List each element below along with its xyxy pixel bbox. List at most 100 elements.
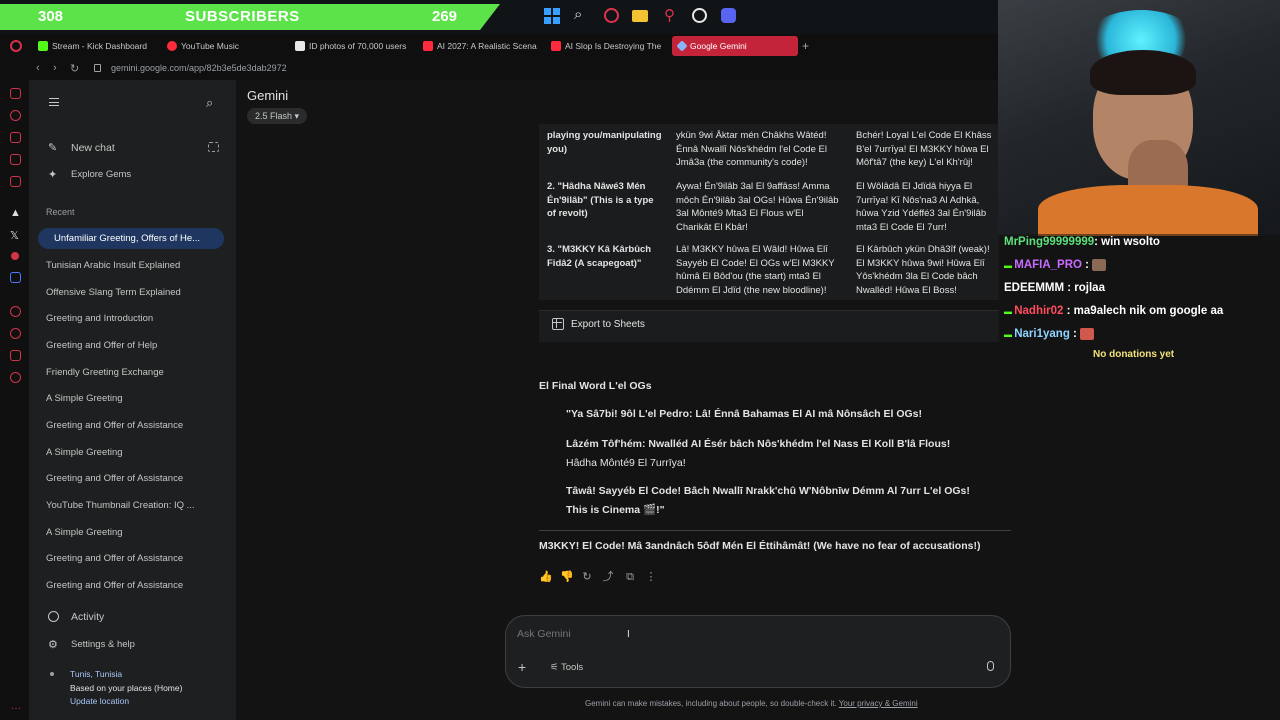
tab-kick-dashboard[interactable]: Stream - Kick Dashboard (34, 36, 160, 56)
youtube-music-icon (167, 41, 177, 51)
tab-id-photos[interactable]: ID photos of 70,000 users (291, 36, 407, 56)
settings-icon: ⚙ (48, 639, 58, 651)
new-chat-button[interactable]: New chat (71, 142, 115, 154)
quote-line: This is Cinema 🎬!" (566, 504, 665, 516)
reload-icon[interactable]: ↻ (70, 62, 79, 75)
webcam-feed (998, 0, 1280, 236)
model-selector[interactable]: 2.5 Flash ▾ (247, 108, 308, 124)
share-icon[interactable]: ⤴ (602, 571, 614, 583)
closing-line: M3KKY! El Code! Mâ 3andnâch 5ôdf Mén El … (539, 540, 981, 552)
microphone-icon[interactable] (987, 661, 994, 671)
messenger-icon[interactable] (10, 154, 21, 165)
table-cell: ykün 9wi Āktar mén Châkhs Wâtéd! Énnâ Nw… (676, 130, 827, 168)
recent-item[interactable]: A Simple Greeting (46, 393, 228, 404)
recent-item[interactable]: Greeting and Offer of Assistance (46, 473, 228, 484)
recent-item[interactable]: A Simple Greeting (46, 527, 228, 538)
recent-item[interactable]: Greeting and Offer of Assistance (46, 580, 228, 590)
recent-item[interactable]: Greeting and Offer of Assistance (46, 553, 228, 564)
emote-icon (1080, 328, 1095, 340)
copy-icon[interactable]: ⧉ (624, 571, 636, 583)
update-location-link[interactable]: Update location (70, 696, 129, 706)
lock-icon (94, 64, 101, 72)
history-icon[interactable] (10, 110, 21, 121)
menu-icon[interactable] (49, 98, 59, 106)
recent-item[interactable]: Offensive Slang Term Explained (46, 287, 228, 298)
youtube-icon (423, 41, 433, 51)
tab-ai-slop[interactable]: AI Slop Is Destroying The (547, 36, 665, 56)
kick-badge-icon: ▬ (1004, 307, 1015, 316)
recent-item[interactable]: Greeting and Offer of Help (46, 340, 228, 351)
tools-button[interactable]: ⚟ Tools (550, 662, 583, 673)
record-icon[interactable] (11, 252, 19, 260)
more-options-icon[interactable]: ⋮ (645, 571, 657, 583)
activity-icon (48, 611, 59, 622)
regenerate-icon[interactable]: ↻ (581, 571, 593, 583)
location-name: Tunis, Tunisia (70, 669, 123, 679)
url-text[interactable]: gemini.google.com/app/82b3e5de3dab2972 (111, 63, 287, 73)
add-icon[interactable]: + (518, 659, 526, 675)
activity-link[interactable]: Activity (71, 611, 104, 623)
table-cell: Bchér! Loyal L'el Code El Khâss B'el 7ur… (856, 130, 992, 168)
forward-icon[interactable]: › (53, 62, 57, 74)
disclaimer-text: Gemini can make mistakes, including abou… (585, 699, 837, 708)
chat-message: ▬ MAFIA_PRO : (1004, 259, 1107, 272)
tab-google-gemini[interactable]: Google Gemini (672, 36, 798, 56)
youtube-icon (551, 41, 561, 51)
music-icon[interactable] (10, 176, 21, 187)
recent-item[interactable]: A Simple Greeting (46, 447, 228, 458)
privacy-link[interactable]: Your privacy & Gemini (839, 699, 918, 708)
thumbs-up-icon[interactable]: 👍 (539, 571, 553, 583)
location-dot (50, 672, 54, 676)
table-cell: 3. "M3KKY Kâ Kârbûch Fidâ2 (A scapegoat)… (547, 244, 652, 269)
section-heading: El Final Word L'el OGs (539, 380, 652, 392)
settings-help-link[interactable]: Settings & help (71, 639, 135, 650)
app-title: Gemini (247, 88, 289, 103)
folder-icon[interactable] (632, 10, 648, 22)
opera-menu-icon[interactable] (10, 40, 22, 52)
quote-line: "Ya Sâ7bi! 9ôl L'el Pedro: Lâ! Énnâ Baha… (566, 408, 923, 420)
tab-label: AI Slop Is Destroying The (565, 41, 662, 51)
chat-user: MAFIA_PRO (1014, 259, 1082, 272)
extensions-icon[interactable] (10, 350, 21, 361)
recent-item[interactable]: Tunisian Arabic Insult Explained (46, 260, 228, 271)
divider (539, 530, 1011, 531)
recent-item[interactable]: Friendly Greeting Exchange (46, 367, 228, 378)
recent-item[interactable]: Greeting and Introduction (46, 313, 228, 324)
new-tab-plus-icon[interactable]: + (802, 39, 809, 53)
windows-start-icon[interactable] (544, 8, 560, 24)
subscriber-count-right: 269 (432, 8, 458, 25)
tab-youtube-music[interactable]: YouTube Music (163, 36, 288, 56)
tab-label: ID photos of 70,000 users (309, 41, 407, 51)
shield-icon[interactable] (10, 272, 21, 283)
tab-label: Google Gemini (690, 41, 747, 51)
timer-icon[interactable] (692, 8, 707, 23)
speed-dial-icon[interactable] (10, 88, 21, 99)
map-pin-icon[interactable]: ⚲ (664, 6, 675, 24)
clock-icon[interactable] (10, 328, 21, 339)
search-icon[interactable]: ⌕ (574, 6, 582, 23)
aria-icon[interactable]: ▲ (10, 207, 21, 219)
gem-icon: ✦ (48, 169, 58, 181)
thumbs-down-icon[interactable]: 👎 (560, 571, 574, 583)
search-icon[interactable]: ⌕ (206, 95, 213, 111)
table-cell: El Wôlâdâ El Jdïdâ hiyya El 7urrīya! Kī … (856, 181, 987, 233)
discord-icon[interactable] (721, 8, 736, 23)
chat-message: EDEEMMM : rojlaa (1004, 282, 1105, 294)
opera-icon[interactable] (604, 8, 619, 23)
quote-line: Tâwâ! Sayyéb El Code! Bâch Nwallī Nrakk'… (566, 485, 970, 497)
bookmarks-icon[interactable] (10, 132, 21, 143)
chat-text: : (1085, 259, 1090, 272)
x-icon[interactable]: 𝕏 (10, 229, 19, 242)
recent-item[interactable]: Greeting and Offer of Assistance (46, 420, 228, 431)
explore-gems-link[interactable]: Explore Gems (71, 169, 131, 180)
kick-badge-icon: ▬ (1004, 330, 1015, 340)
gear-icon[interactable] (10, 372, 21, 383)
more-icon[interactable]: ··· (11, 703, 21, 714)
recent-item[interactable]: YouTube Thumbnail Creation: IQ ... (46, 500, 198, 511)
prompt-input[interactable] (517, 626, 987, 642)
back-icon[interactable]: ‹ (36, 62, 40, 74)
tab-ai-2027[interactable]: AI 2027: A Realistic Scena (419, 36, 537, 56)
recent-item-active[interactable]: Unfamiliar Greeting, Offers of He... (38, 228, 224, 249)
temporary-chat-icon[interactable] (208, 142, 219, 152)
settings-icon[interactable] (10, 306, 21, 317)
